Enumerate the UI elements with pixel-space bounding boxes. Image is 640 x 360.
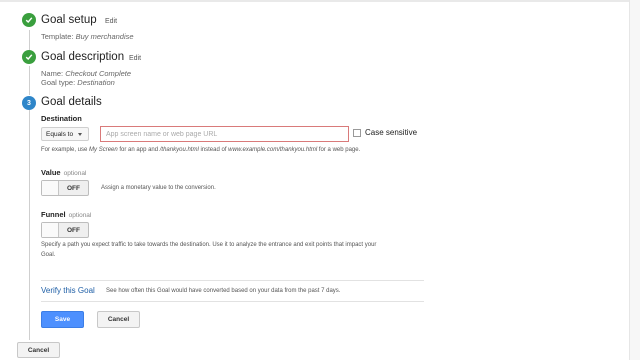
help-prefix: For example, use [41,147,88,153]
verify-description: See how often this Goal would have conve… [106,288,341,294]
timeline-rail [29,30,30,52]
value-toggle[interactable]: OFF [41,180,89,196]
edit-goal-setup-link[interactable]: Edit [105,18,117,25]
funnel-toggle[interactable]: OFF [41,222,89,238]
edit-goal-description-link[interactable]: Edit [129,55,141,62]
name-meta: Name: Checkout Complete [41,69,131,78]
destination-label: Destination [41,114,82,123]
checkmark-icon [22,50,36,64]
destination-url-input[interactable] [100,126,349,142]
funnel-description-line1: Specify a path you expect traffic to tak… [41,242,377,248]
funnel-description: Specify a path you expect traffic to tak… [41,240,376,260]
funnel-toggle-state: OFF [67,226,80,234]
funnel-description-line2: Goal. [41,252,56,258]
goal-type-meta: Goal type: Destination [41,78,115,87]
value-toggle-state: OFF [67,184,80,192]
name-value: Checkout Complete [65,69,132,78]
help-mid1: for an app and [119,147,159,153]
step-title-goal-setup: Goal setup [41,14,97,26]
chevron-down-icon [78,132,83,136]
help-example-app: My Screen [89,147,118,153]
funnel-label-text: Funnel [41,210,66,219]
goal-editor-page: Goal setup Edit Template: Buy merchandis… [0,0,640,360]
goal-type-value: Destination [77,78,115,87]
match-type-value: Equals to [46,130,74,138]
template-meta: Template: Buy merchandise [41,32,134,41]
template-value: Buy merchandise [75,32,134,41]
toggle-knob [42,223,59,237]
save-button[interactable]: Save [41,311,84,328]
checkmark-icon [22,13,36,27]
name-label: Name: [41,69,64,78]
help-mid2: instead of [200,147,227,153]
match-type-dropdown[interactable]: Equals to [41,127,89,141]
case-sensitive-label: Case sensitive [365,128,418,137]
value-optional-tag: optional [63,170,87,177]
goal-type-label: Goal type: [41,78,76,87]
destination-help-text: For example, use My Screen for an app an… [41,145,360,155]
value-label: Value optional [41,168,86,177]
toggle-knob [42,181,59,195]
cancel-button[interactable]: Cancel [97,311,140,328]
value-description: Assign a monetary value to the conversio… [101,185,216,191]
help-example-path: /thankyou.html [159,147,199,153]
verify-goal-link[interactable]: Verify this Goal [41,286,95,295]
right-scroll-edge[interactable] [629,0,640,360]
timeline-rail [29,110,30,340]
template-label: Template: [41,32,74,41]
timeline-rail [29,66,30,95]
funnel-label: Funnel optional [41,210,91,219]
step-title-goal-description: Goal description [41,51,125,63]
cancel-goal-button[interactable]: Cancel [17,342,60,358]
section-divider [41,301,424,302]
value-label-text: Value [41,168,61,177]
step-title-goal-details: Goal details [41,96,102,108]
step-number-badge: 3 [22,96,36,110]
funnel-optional-tag: optional [68,212,92,219]
help-suffix: for a web page. [318,147,361,153]
case-sensitive-checkbox[interactable] [353,129,361,137]
top-border [0,0,640,2]
section-divider [41,280,424,281]
help-example-url: www.example.com/thankyou.html [228,147,318,153]
